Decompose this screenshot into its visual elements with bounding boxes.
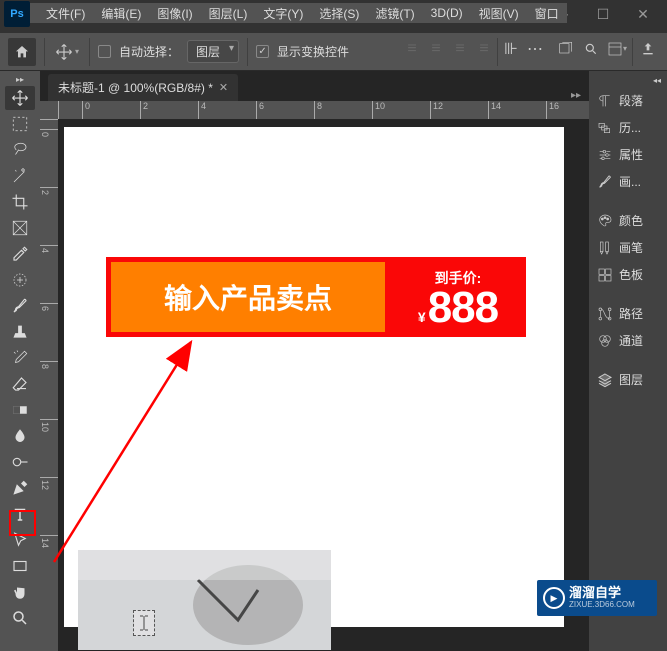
- window-maximize-icon[interactable]: ☐: [591, 5, 615, 23]
- history-brush-tool[interactable]: [5, 346, 35, 370]
- horizontal-ruler: 0 2 4 6 8 10 12 14 16: [58, 101, 589, 119]
- panel-swatches[interactable]: 色板: [589, 261, 667, 288]
- watermark-title: 溜溜自学: [569, 586, 635, 600]
- banner: 输入产品卖点 到手价: ¥ 888: [106, 257, 526, 337]
- more-align-icon[interactable]: ⋯: [524, 38, 546, 60]
- rectangle-tool[interactable]: [5, 554, 35, 578]
- eraser-tool[interactable]: [5, 372, 35, 396]
- play-icon: ▶: [543, 587, 565, 609]
- thumbnail-preview: [78, 550, 331, 650]
- panel-brushes[interactable]: 画...: [589, 168, 667, 195]
- toolbar-collapse-icon[interactable]: ▸▸: [0, 75, 40, 85]
- share-icon[interactable]: [637, 38, 659, 60]
- blur-tool[interactable]: [5, 424, 35, 448]
- menu-3d[interactable]: 3D(D): [423, 4, 471, 22]
- panels-collapse-icon[interactable]: ◂◂: [589, 77, 667, 87]
- menu-view[interactable]: 视图(V): [471, 3, 527, 24]
- price-currency: ¥: [418, 310, 426, 324]
- tools-panel: ▸▸: [0, 71, 40, 651]
- show-transform-label: 显示变换控件: [277, 43, 349, 60]
- home-button[interactable]: [8, 38, 36, 66]
- clone-stamp-tool[interactable]: [5, 320, 35, 344]
- panel-layers[interactable]: 图层: [589, 366, 667, 393]
- dodge-tool[interactable]: [5, 450, 35, 474]
- watermark: ▶ 溜溜自学 ZIXUE.3D66.COM: [537, 580, 657, 616]
- crop-tool[interactable]: [5, 190, 35, 214]
- panel-properties[interactable]: 属性: [589, 141, 667, 168]
- 3dmode-icon[interactable]: [554, 38, 576, 60]
- type-tool[interactable]: [5, 502, 35, 526]
- options-bar: ▾ 自动选择： 图层 显示变换控件 ≡ ≡ ≡ ≡ ⊪ ⋯ ▾: [0, 33, 667, 71]
- brush-tool[interactable]: [5, 294, 35, 318]
- panel-channels[interactable]: 通道: [589, 327, 667, 354]
- path-selection-tool[interactable]: [5, 528, 35, 552]
- gradient-tool[interactable]: [5, 398, 35, 422]
- tab-close-icon[interactable]: ✕: [219, 81, 228, 94]
- lasso-tool[interactable]: [5, 138, 35, 162]
- vertical-ruler: 0 2 4 6 8 10 12 14: [40, 119, 58, 651]
- window-close-icon[interactable]: ✕: [631, 5, 655, 23]
- menu-file[interactable]: 文件(F): [38, 3, 93, 24]
- workspace-dropdown-icon[interactable]: ▾: [606, 38, 628, 60]
- banner-price-box: 到手价: ¥ 888: [390, 257, 526, 337]
- align-right-icon[interactable]: ≡: [449, 38, 471, 60]
- panel-paths[interactable]: 路径: [589, 300, 667, 327]
- move-tool-icon: ▾: [53, 39, 81, 65]
- menubar: 文件(F) 编辑(E) 图像(I) 图层(L) 文字(Y) 选择(S) 滤镜(T…: [30, 3, 567, 23]
- panels-dock: ◂◂ 段落 历... 属性 画... 颜色 画笔 色板 路径 通道 图层: [589, 71, 667, 651]
- menu-image[interactable]: 图像(I): [149, 3, 200, 24]
- menu-edit[interactable]: 编辑(E): [93, 3, 149, 24]
- eyedropper-tool[interactable]: [5, 242, 35, 266]
- panel-brushset[interactable]: 画笔: [589, 234, 667, 261]
- panel-color[interactable]: 颜色: [589, 207, 667, 234]
- tabbar-expand-icon[interactable]: ▸▸: [571, 90, 581, 101]
- document-tab[interactable]: 未标题-1 @ 100%(RGB/8#) * ✕: [48, 74, 238, 101]
- marquee-tool[interactable]: [5, 112, 35, 136]
- canvas-area: 0 2 4 6 8 10 12 14 16 0 2 4 6 8 10 12 14: [40, 101, 589, 651]
- text-cursor-icon: [133, 610, 155, 636]
- banner-left-box: 输入产品卖点: [111, 262, 385, 332]
- menu-layer[interactable]: 图层(L): [201, 3, 256, 24]
- menu-filter[interactable]: 滤镜(T): [367, 3, 422, 24]
- search-icon[interactable]: [580, 38, 602, 60]
- auto-select-dropdown[interactable]: 图层: [187, 40, 239, 63]
- auto-select-checkbox[interactable]: [98, 45, 111, 58]
- show-transform-checkbox[interactable]: [256, 45, 269, 58]
- menu-type[interactable]: 文字(Y): [255, 3, 311, 24]
- align-left-icon[interactable]: ≡: [401, 38, 423, 60]
- canvas[interactable]: 输入产品卖点 到手价: ¥ 888: [64, 127, 564, 627]
- magic-wand-tool[interactable]: [5, 164, 35, 188]
- healing-brush-tool[interactable]: [5, 268, 35, 292]
- zoom-tool[interactable]: [5, 606, 35, 630]
- watermark-url: ZIXUE.3D66.COM: [569, 601, 635, 610]
- move-tool[interactable]: [5, 86, 35, 110]
- distribute-icon[interactable]: ⊪: [500, 38, 522, 60]
- hand-tool[interactable]: [5, 580, 35, 604]
- panel-paragraph[interactable]: 段落: [589, 87, 667, 114]
- document-tab-title: 未标题-1 @ 100%(RGB/8#) *: [58, 79, 213, 96]
- align-top-icon[interactable]: ≡: [473, 38, 495, 60]
- menu-window[interactable]: 窗口: [527, 3, 567, 24]
- price-value: 888: [428, 286, 498, 330]
- banner-headline: 输入产品卖点: [164, 277, 332, 317]
- frame-tool[interactable]: [5, 216, 35, 240]
- pen-tool[interactable]: [5, 476, 35, 500]
- menu-select[interactable]: 选择(S): [311, 3, 367, 24]
- annotation-arrow: [46, 322, 216, 572]
- ps-logo: Ps: [4, 1, 30, 27]
- auto-select-label: 自动选择：: [119, 43, 179, 60]
- panel-history[interactable]: 历...: [589, 114, 667, 141]
- align-center-icon[interactable]: ≡: [425, 38, 447, 60]
